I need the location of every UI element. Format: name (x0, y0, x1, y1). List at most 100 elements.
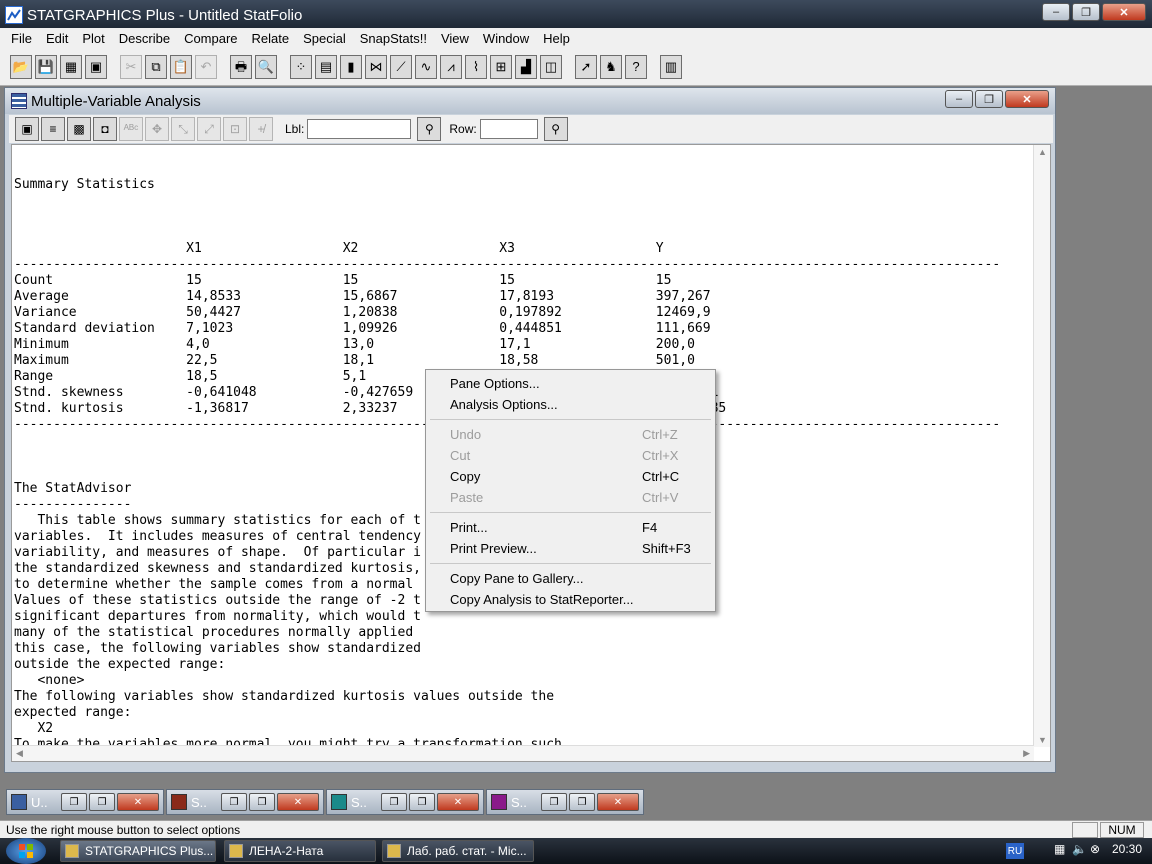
help-icon[interactable]: ? (625, 54, 647, 79)
brush-icon[interactable]: ⤡ (171, 117, 195, 141)
minimized-restore-button[interactable]: ❐ (381, 793, 407, 811)
menu-compare[interactable]: Compare (177, 31, 244, 46)
datasheet-icon[interactable]: ▦ (60, 54, 82, 79)
context-item-copy-pane-to-gallery[interactable]: Copy Pane to Gallery... (428, 568, 713, 589)
context-item-pane-options[interactable]: Pane Options... (428, 373, 713, 394)
context-item-undo[interactable]: Undo Ctrl+Z (428, 424, 713, 445)
regression-icon[interactable]: ⟋ (390, 54, 412, 79)
save-data-icon[interactable]: ▣ (85, 54, 107, 79)
print-preview-icon[interactable]: 🔍 (255, 54, 277, 79)
save-results-icon[interactable]: ◘ (93, 117, 117, 141)
analysis-minimize-button[interactable]: – (945, 90, 973, 108)
clock[interactable]: 20:30 (1112, 842, 1142, 856)
row-find-icon[interactable]: ⚲ (543, 117, 568, 141)
context-item-print[interactable]: Print... F4 (428, 517, 713, 538)
smooth-icon[interactable]: ⊡ (223, 117, 247, 141)
context-item-paste[interactable]: Paste Ctrl+V (428, 487, 713, 508)
menu-window[interactable]: Window (476, 31, 536, 46)
menu-file[interactable]: File (4, 31, 39, 46)
time-series-icon[interactable]: ∿ (415, 54, 437, 79)
scroll-right-icon[interactable]: ▶ (1023, 748, 1030, 759)
exclude-icon[interactable]: ⤢ (197, 117, 221, 141)
tables-icon[interactable]: ᴬᴮᶜ (119, 117, 143, 141)
menu-special[interactable]: Special (296, 31, 353, 46)
scroll-left-icon[interactable]: ◀ (16, 748, 23, 759)
context-item-copy[interactable]: Copy Ctrl+C (428, 466, 713, 487)
output-line: Variance 50,4427 1,20838 0,197892 12469,… (14, 305, 711, 320)
bar-chart-icon[interactable]: ▮ (340, 54, 362, 79)
minimize-button[interactable]: – (1042, 3, 1070, 21)
lbl-find-icon[interactable]: ⚲ (417, 117, 442, 141)
alert-icon[interactable]: ⊗ (1090, 842, 1100, 856)
menu-view[interactable]: View (434, 31, 476, 46)
statwizard-icon[interactable]: ➚ (575, 54, 597, 79)
doe-icon[interactable]: ⊞ (490, 54, 512, 79)
one-variable-icon[interactable]: ▤ (315, 54, 337, 79)
menu-relate[interactable]: Relate (245, 31, 297, 46)
minimized-maximize-button[interactable]: ❐ (249, 793, 275, 811)
menu-edit[interactable]: Edit (39, 31, 75, 46)
minimized-window[interactable]: U.. ❐ ❐ ✕ (6, 789, 164, 815)
volume-icon[interactable]: 🔈 (1072, 842, 1087, 856)
text-pane-icon[interactable]: ≡ (41, 117, 65, 141)
minimized-close-button[interactable]: ✕ (117, 793, 159, 811)
menu-plot[interactable]: Plot (75, 31, 111, 46)
context-item-print-preview[interactable]: Print Preview... Shift+F3 (428, 538, 713, 559)
minimized-maximize-button[interactable]: ❐ (569, 793, 595, 811)
taskbar-item[interactable]: Лаб. раб. стат. - Mic... (382, 840, 534, 862)
taskbar-item[interactable]: STATGRAPHICS Plus... (60, 840, 216, 862)
control-chart-icon[interactable]: ⌇ (465, 54, 487, 79)
start-button[interactable] (6, 838, 46, 864)
cut-icon[interactable]: ✂ (120, 54, 142, 79)
minimized-restore-button[interactable]: ❐ (541, 793, 567, 811)
input-dialog-icon[interactable]: ▣ (15, 117, 39, 141)
taskbar-item[interactable]: ЛЕНА-2-Ната (224, 840, 376, 862)
open-folder-icon[interactable]: 📂 (10, 54, 32, 79)
minimized-maximize-button[interactable]: ❐ (89, 793, 115, 811)
minimized-window[interactable]: S.. ❐ ❐ ✕ (486, 789, 644, 815)
minimized-maximize-button[interactable]: ❐ (409, 793, 435, 811)
app-titlebar[interactable]: STATGRAPHICS Plus - Untitled StatFolio –… (0, 0, 1152, 30)
menu-snapstats[interactable]: SnapStats!! (353, 31, 434, 46)
context-item-cut[interactable]: Cut Ctrl+X (428, 445, 713, 466)
network-icon[interactable]: ▦ (1054, 842, 1065, 856)
menu-describe[interactable]: Describe (112, 31, 177, 46)
analysis-close-button[interactable]: ✕ (1005, 90, 1049, 108)
analysis-titlebar[interactable]: Multiple-Variable Analysis – ❐ ✕ (5, 88, 1055, 114)
scroll-up-icon[interactable]: ▲ (1038, 147, 1047, 157)
close-button[interactable]: ✕ (1102, 3, 1146, 21)
context-item-copy-analysis-to-statreporter[interactable]: Copy Analysis to StatReporter... (428, 589, 713, 610)
minimized-close-button[interactable]: ✕ (437, 793, 479, 811)
context-item-analysis-options[interactable]: Analysis Options... (428, 394, 713, 415)
print-icon[interactable]: 🖶 (230, 54, 252, 79)
restore-button[interactable]: ❐ (1072, 3, 1100, 21)
minimized-close-button[interactable]: ✕ (597, 793, 639, 811)
analysis-restore-button[interactable]: ❐ (975, 90, 1003, 108)
minimized-restore-button[interactable]: ❐ (221, 793, 247, 811)
minimized-restore-button[interactable]: ❐ (61, 793, 87, 811)
graph-pane-icon[interactable]: ▩ (67, 117, 91, 141)
undo-icon[interactable]: ↶ (195, 54, 217, 79)
horizontal-scrollbar[interactable]: ◀ ▶ (12, 745, 1034, 761)
statadvisor-icon[interactable]: ♞ (600, 54, 622, 79)
add-point-icon[interactable]: +̸ (249, 117, 273, 141)
lbl-input[interactable] (307, 119, 412, 139)
point-icon[interactable]: ✥ (145, 117, 169, 141)
row-input[interactable] (479, 119, 538, 139)
minimized-window[interactable]: S.. ❐ ❐ ✕ (166, 789, 324, 815)
scatterplot-icon[interactable]: ⁘ (290, 54, 312, 79)
glm-icon[interactable]: ◫ (540, 54, 562, 79)
paste-icon[interactable]: 📋 (170, 54, 192, 79)
calculator-icon[interactable]: ▥ (660, 54, 682, 79)
minimized-window[interactable]: S.. ❐ ❐ ✕ (326, 789, 484, 815)
copy-icon[interactable]: ⧉ (145, 54, 167, 79)
language-indicator[interactable]: RU (1006, 843, 1024, 859)
compare-icon[interactable]: ⋈ (365, 54, 387, 79)
menu-help[interactable]: Help (536, 31, 577, 46)
distribution-icon[interactable]: ⩘ (440, 54, 462, 79)
vertical-scrollbar[interactable]: ▲ ▼ (1033, 145, 1050, 747)
scroll-down-icon[interactable]: ▼ (1038, 735, 1047, 745)
minimized-close-button[interactable]: ✕ (277, 793, 319, 811)
histogram-icon[interactable]: ▟ (515, 54, 537, 79)
save-icon[interactable]: 💾 (35, 54, 57, 79)
